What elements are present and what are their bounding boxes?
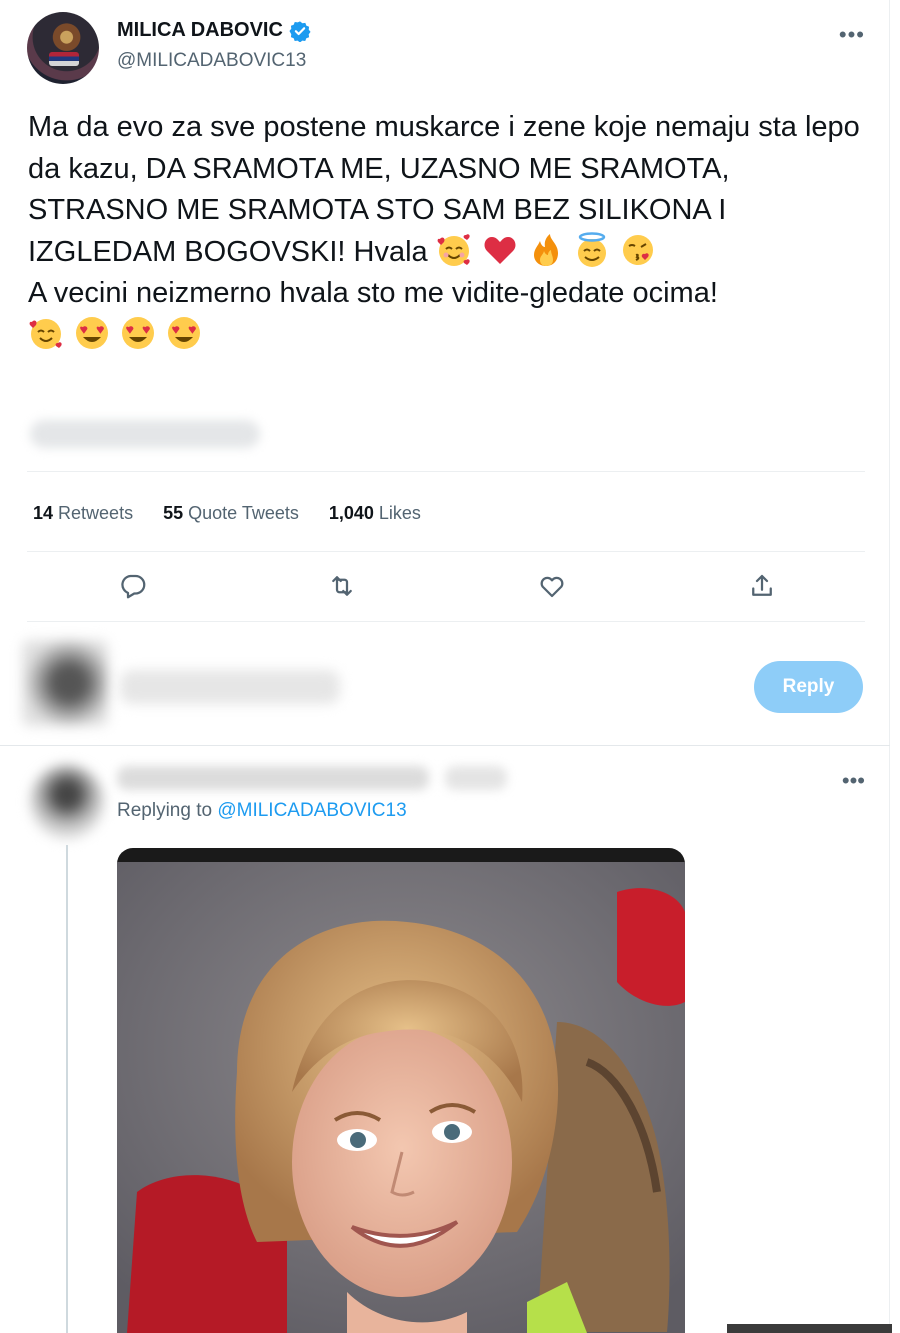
heart-eyes-icon bbox=[76, 316, 109, 349]
reply-timestamp-blurred bbox=[445, 766, 507, 790]
reply-media-photo[interactable] bbox=[117, 848, 685, 1333]
face-blowing-kiss-icon bbox=[622, 234, 653, 265]
tweet-actions bbox=[27, 565, 865, 610]
share-icon[interactable] bbox=[747, 571, 777, 601]
author-name-row: MILICA DABOVIC bbox=[117, 19, 311, 42]
portrait-photo bbox=[117, 862, 685, 1333]
reply-icon[interactable] bbox=[118, 571, 148, 601]
smiling-face-with-hearts-icon bbox=[437, 233, 470, 266]
tweet-header: MILICA DABOVIC @MILICADABOVIC13 ••• bbox=[27, 12, 867, 87]
like-icon[interactable] bbox=[537, 571, 567, 601]
smiling-face-with-halo-icon bbox=[577, 231, 606, 267]
heart-eyes-icon bbox=[122, 316, 155, 349]
reply-author-name-blurred[interactable] bbox=[117, 766, 429, 790]
tweet-text-line-2: A vecini neizmerno hvala sto me vidite-g… bbox=[28, 277, 718, 309]
divider bbox=[27, 471, 865, 472]
replying-to-mention[interactable]: @MILICADABOVIC13 bbox=[217, 800, 406, 821]
tweet-text-paragraph-1: Ma da evo za sve postene muskarce i zene… bbox=[28, 107, 868, 273]
replying-to-prefix: Replying to bbox=[117, 800, 213, 821]
replying-to: Replying to @MILICADABOVIC13 bbox=[117, 800, 407, 822]
likes-stat[interactable]: 1,040 Likes bbox=[329, 503, 421, 524]
reply-button[interactable]: Reply bbox=[754, 661, 863, 713]
retweet-icon[interactable] bbox=[327, 571, 357, 601]
reply-author-avatar[interactable] bbox=[30, 765, 104, 839]
divider bbox=[27, 551, 865, 552]
author-display-name[interactable]: MILICA DABOVIC bbox=[117, 19, 283, 42]
reply-input-blurred[interactable] bbox=[120, 670, 340, 704]
thread-line bbox=[66, 845, 68, 1333]
current-user-avatar bbox=[22, 640, 108, 726]
tweet-timestamp-blurred bbox=[30, 420, 260, 448]
tweet-text-paragraph-2: A vecini neizmerno hvala sto me vidite-g… bbox=[28, 273, 868, 356]
divider bbox=[27, 621, 865, 622]
red-heart-icon bbox=[484, 236, 516, 264]
author-handle[interactable]: @MILICADABOVIC13 bbox=[117, 50, 306, 72]
verified-badge-icon bbox=[289, 20, 311, 42]
tweet-stats: 14 Retweets 55 Quote Tweets 1,040 Likes bbox=[33, 503, 421, 524]
section-divider bbox=[0, 745, 890, 746]
watermark bbox=[727, 1324, 892, 1333]
tweet-text: Ma da evo za sve postene muskarce i zene… bbox=[28, 107, 868, 356]
more-options-icon[interactable]: ••• bbox=[842, 768, 865, 794]
tweet-detail-view: MILICA DABOVIC @MILICADABOVIC13 ••• Ma d… bbox=[0, 0, 892, 1333]
smiling-face-with-hearts-icon bbox=[29, 318, 62, 349]
quote-tweets-stat[interactable]: 55 Quote Tweets bbox=[163, 503, 299, 524]
more-options-icon[interactable]: ••• bbox=[839, 22, 865, 48]
fire-icon bbox=[533, 233, 558, 266]
retweets-stat[interactable]: 14 Retweets bbox=[33, 503, 133, 524]
reply-composer: Reply bbox=[0, 630, 890, 740]
author-avatar[interactable] bbox=[27, 12, 99, 84]
heart-eyes-icon bbox=[168, 316, 201, 349]
